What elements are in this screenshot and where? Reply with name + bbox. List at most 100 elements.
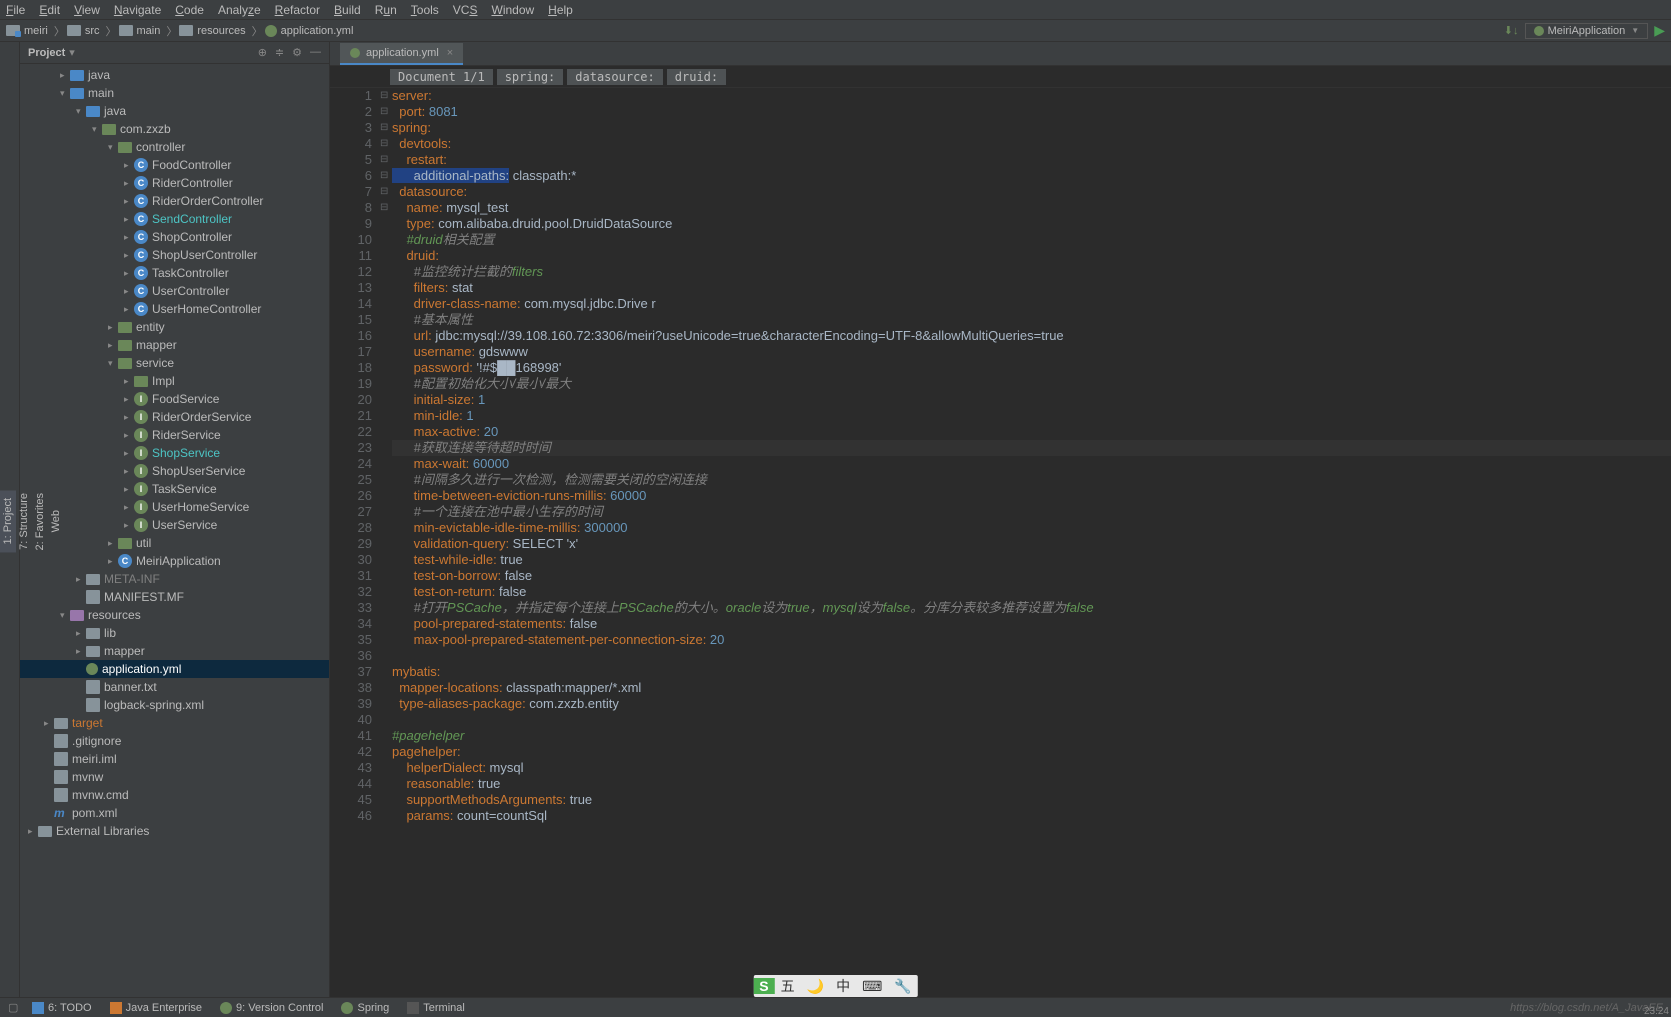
- menu-view[interactable]: View: [74, 3, 100, 17]
- project-tree[interactable]: ▸java▾main▾java▾com.zxzb▾controller▸CFoo…: [20, 64, 329, 997]
- tree-node--gitignore[interactable]: .gitignore: [20, 732, 329, 750]
- tree-node-impl[interactable]: ▸Impl: [20, 372, 329, 390]
- editor-tab-application-yml[interactable]: application.yml ×: [340, 43, 463, 65]
- tree-node-mapper[interactable]: ▸mapper: [20, 336, 329, 354]
- fold-gutter[interactable]: ⊟ ⊟⊟⊟ ⊟ ⊟ ⊟ ⊟: [380, 88, 392, 997]
- tree-node-usercontroller[interactable]: ▸CUserController: [20, 282, 329, 300]
- watermark: https://blog.csdn.net/A_JavaEE: [1510, 1002, 1663, 1014]
- ime-keyboard-icon[interactable]: ⌨: [856, 978, 888, 995]
- breadcrumb-src[interactable]: src: [67, 25, 100, 37]
- line-gutter: 1234567891011121314151617181920212223242…: [330, 88, 380, 997]
- locate-icon[interactable]: ⊕: [258, 46, 267, 59]
- tree-node-sendcontroller[interactable]: ▸CSendController: [20, 210, 329, 228]
- tree-node-pom-xml[interactable]: mpom.xml: [20, 804, 329, 822]
- tree-node-banner-txt[interactable]: banner.txt: [20, 678, 329, 696]
- tool-tab-structure[interactable]: 7: Structure: [16, 485, 32, 558]
- tree-node-meiri-iml[interactable]: meiri.iml: [20, 750, 329, 768]
- run-config-selector[interactable]: MeiriApplication: [1525, 23, 1649, 39]
- tree-node-target[interactable]: ▸target: [20, 714, 329, 732]
- tree-node-taskservice[interactable]: ▸ITaskService: [20, 480, 329, 498]
- code-content[interactable]: server: port: 8081spring: devtools: rest…: [392, 88, 1671, 997]
- tree-node-manifest-mf[interactable]: MANIFEST.MF: [20, 588, 329, 606]
- tree-node-userhomeservice[interactable]: ▸IUserHomeService: [20, 498, 329, 516]
- tree-node-shopuserservice[interactable]: ▸IShopUserService: [20, 462, 329, 480]
- tool-tab-web[interactable]: Web: [48, 502, 64, 540]
- build-icon[interactable]: ⬇↓: [1504, 24, 1519, 37]
- tree-node-java[interactable]: ▾java: [20, 102, 329, 120]
- tree-node-main[interactable]: ▾main: [20, 84, 329, 102]
- bottom-vcs[interactable]: 9: Version Control: [220, 1002, 323, 1014]
- tree-node-external-libraries[interactable]: ▸External Libraries: [20, 822, 329, 840]
- hide-icon[interactable]: —: [310, 46, 321, 59]
- breadcrumb-main[interactable]: main: [119, 25, 161, 37]
- tree-node-application-yml[interactable]: application.yml: [20, 660, 329, 678]
- breadcrumb-project[interactable]: meiri: [6, 25, 48, 37]
- tree-node-logback-spring-xml[interactable]: logback-spring.xml: [20, 696, 329, 714]
- ime-cn[interactable]: 中: [830, 976, 856, 996]
- tree-node-foodservice[interactable]: ▸IFoodService: [20, 390, 329, 408]
- breadcrumb-file[interactable]: application.yml: [265, 25, 354, 37]
- menu-build[interactable]: Build: [334, 3, 361, 17]
- menu-window[interactable]: Window: [491, 3, 534, 17]
- tree-node-shopcontroller[interactable]: ▸CShopController: [20, 228, 329, 246]
- menu-run[interactable]: Run: [375, 3, 397, 17]
- tree-node-resources[interactable]: ▾resources: [20, 606, 329, 624]
- tree-node-shopusercontroller[interactable]: ▸CShopUserController: [20, 246, 329, 264]
- tool-tab-favorites[interactable]: 2: Favorites: [32, 485, 48, 558]
- crumb-druid[interactable]: druid:: [667, 69, 726, 85]
- crumb-datasource[interactable]: datasource:: [567, 69, 662, 85]
- tree-node-foodcontroller[interactable]: ▸CFoodController: [20, 156, 329, 174]
- menu-file[interactable]: File: [6, 3, 25, 17]
- tree-node-ridercontroller[interactable]: ▸CRiderController: [20, 174, 329, 192]
- bottom-terminal[interactable]: Terminal: [407, 1002, 465, 1014]
- code-editor[interactable]: 1234567891011121314151617181920212223242…: [330, 88, 1671, 997]
- menu-help[interactable]: Help: [548, 3, 573, 17]
- yml-icon: [265, 25, 277, 37]
- ime-wrench-icon[interactable]: 🔧: [888, 978, 917, 995]
- menu-code[interactable]: Code: [175, 3, 204, 17]
- collapse-icon[interactable]: ≑: [275, 46, 284, 59]
- tree-node-userhomecontroller[interactable]: ▸CUserHomeController: [20, 300, 329, 318]
- tree-node-mvnw[interactable]: mvnw: [20, 768, 329, 786]
- menu-navigate[interactable]: Navigate: [114, 3, 161, 17]
- tree-node-riderordercontroller[interactable]: ▸CRiderOrderController: [20, 192, 329, 210]
- gear-icon[interactable]: ⚙: [292, 46, 302, 59]
- menu-tools[interactable]: Tools: [411, 3, 439, 17]
- tree-node-userservice[interactable]: ▸IUserService: [20, 516, 329, 534]
- tree-node-entity[interactable]: ▸entity: [20, 318, 329, 336]
- ime-moon-icon[interactable]: 🌙: [801, 978, 830, 995]
- tree-node-mapper[interactable]: ▸mapper: [20, 642, 329, 660]
- editor-area: application.yml × Document 1/1 spring: d…: [330, 42, 1671, 997]
- crumb-document[interactable]: Document 1/1: [390, 69, 493, 85]
- tree-node-shopservice[interactable]: ▸IShopService: [20, 444, 329, 462]
- bottom-spring[interactable]: Spring: [341, 1002, 389, 1014]
- menu-edit[interactable]: Edit: [39, 3, 60, 17]
- menu-refactor[interactable]: Refactor: [275, 3, 320, 17]
- ime-lang[interactable]: 五: [775, 976, 801, 996]
- tree-node-controller[interactable]: ▾controller: [20, 138, 329, 156]
- bottom-java-enterprise[interactable]: Java Enterprise: [110, 1002, 202, 1014]
- breadcrumb-resources[interactable]: resources: [179, 25, 245, 37]
- menu-vcs[interactable]: VCS: [453, 3, 478, 17]
- tree-node-mvnw-cmd[interactable]: mvnw.cmd: [20, 786, 329, 804]
- run-button[interactable]: ▶: [1654, 22, 1665, 39]
- tool-tab-project[interactable]: 1: Project: [0, 490, 16, 552]
- tree-node-com-zxzb[interactable]: ▾com.zxzb: [20, 120, 329, 138]
- tree-node-taskcontroller[interactable]: ▸CTaskController: [20, 264, 329, 282]
- bottom-tool-bar: ▢ 6: TODO Java Enterprise 9: Version Con…: [0, 997, 1671, 1017]
- menu-analyze[interactable]: Analyze: [218, 3, 261, 17]
- bottom-todo[interactable]: 6: TODO: [32, 1002, 92, 1014]
- tree-node-util[interactable]: ▸util: [20, 534, 329, 552]
- tree-node-riderorderservice[interactable]: ▸IRiderOrderService: [20, 408, 329, 426]
- tree-node-lib[interactable]: ▸lib: [20, 624, 329, 642]
- tree-node-meta-inf[interactable]: ▸META-INF: [20, 570, 329, 588]
- tree-node-meiriapplication[interactable]: ▸CMeiriApplication: [20, 552, 329, 570]
- ime-toolbar[interactable]: S 五 🌙 中 ⌨ 🔧: [753, 975, 917, 997]
- tree-node-service[interactable]: ▾service: [20, 354, 329, 372]
- panel-title: Project: [28, 47, 65, 59]
- close-icon[interactable]: ×: [447, 47, 453, 59]
- crumb-spring[interactable]: spring:: [497, 69, 564, 85]
- tool-window-icon[interactable]: ▢: [8, 1001, 24, 1014]
- tree-node-riderservice[interactable]: ▸IRiderService: [20, 426, 329, 444]
- tree-node-java[interactable]: ▸java: [20, 66, 329, 84]
